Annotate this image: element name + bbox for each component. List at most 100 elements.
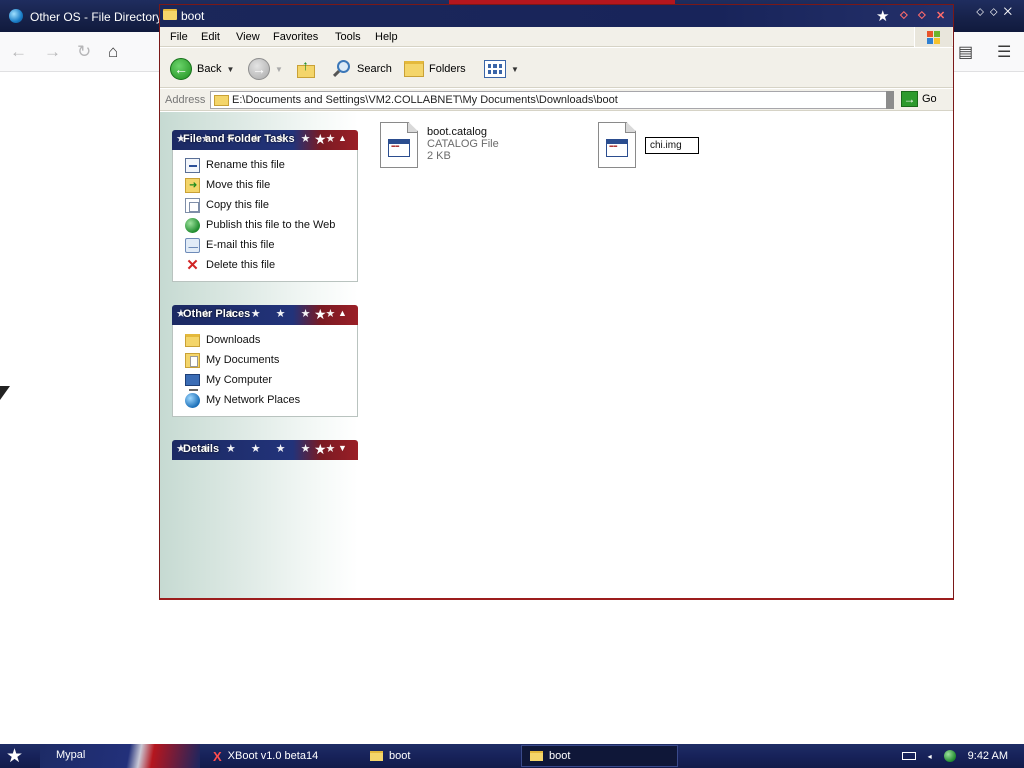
back-arrow-icon: ← xyxy=(170,58,192,80)
address-path[interactable]: E:\Documents and Settings\VM2.COLLABNET\… xyxy=(232,94,618,106)
browser-home-icon[interactable]: ⌂ xyxy=(108,42,118,62)
place-label: My Network Places xyxy=(206,394,301,406)
explorer-window-title: boot xyxy=(181,9,205,23)
menu-help[interactable]: Help xyxy=(375,31,398,43)
browser-window-title: Other OS - File Directory xyxy=(30,10,163,24)
expand-chevron-icon[interactable]: ▼ xyxy=(338,443,347,453)
taskbar-mypal[interactable]: Mypal xyxy=(56,749,85,761)
rename-input[interactable]: chi.img xyxy=(645,137,699,154)
file-document-icon xyxy=(598,122,636,168)
panel-star-icon: ★ xyxy=(314,306,327,322)
folder-icon xyxy=(530,751,543,761)
views-button[interactable]: ▼ xyxy=(484,58,519,80)
views-dropdown-icon[interactable]: ▼ xyxy=(511,65,519,74)
explorer-titlebar[interactable]: boot ★ ⬦ ⬦ ✕ xyxy=(160,5,953,27)
browser-sidebar-icon[interactable]: ▤ xyxy=(958,42,973,62)
clock[interactable]: 9:42 AM xyxy=(968,750,1008,762)
go-button[interactable]: → Go xyxy=(901,91,937,107)
network-icon[interactable] xyxy=(943,750,956,762)
address-folder-icon xyxy=(214,95,229,106)
folders-icon xyxy=(404,61,424,77)
other-places-list: Downloads My Documents My Computer My Ne… xyxy=(172,325,358,417)
my-computer-icon xyxy=(185,374,200,391)
address-field[interactable]: E:\Documents and Settings\VM2.COLLABNET\… xyxy=(210,91,888,109)
taskbar-xboot[interactable]: X XBoot v1.0 beta14 xyxy=(205,745,355,767)
browser-menu-icon[interactable]: ☰ xyxy=(997,42,1011,62)
rename-icon xyxy=(185,157,200,173)
collapse-chevron-icon[interactable]: ▲ xyxy=(338,308,347,318)
task-label: Delete this file xyxy=(206,259,276,271)
up-folder-button[interactable]: ↑ xyxy=(296,57,318,80)
panel-star-icon: ★ xyxy=(314,131,327,147)
theme-star-icon: ★ xyxy=(876,8,890,25)
panel-star-icon: ★ xyxy=(314,441,327,457)
menu-tools[interactable]: Tools xyxy=(335,31,361,43)
windows-logo-icon xyxy=(914,27,952,47)
file-tasks-panel: ★ ★ ★ ★ ★ ★ ★ File and Folder Tasks ★ ▲ … xyxy=(172,130,358,282)
collapse-chevron-icon[interactable]: ▲ xyxy=(338,133,347,143)
place-label: My Documents xyxy=(206,354,280,366)
address-label: Address xyxy=(165,94,206,106)
taskbar-boot-1[interactable]: boot xyxy=(362,745,512,767)
menu-edit[interactable]: Edit xyxy=(201,31,220,43)
search-button[interactable]: Search xyxy=(332,58,392,80)
explorer-window: boot ★ ⬦ ⬦ ✕ File Edit View Favorites To… xyxy=(159,4,954,600)
task-email-file[interactable]: E-mail this file xyxy=(173,235,357,255)
my-documents-icon xyxy=(185,352,200,368)
close-button[interactable]: ✕ xyxy=(936,9,945,22)
taskbar-item-label: boot xyxy=(389,750,411,762)
browser-reload-icon[interactable]: ↻ xyxy=(77,42,91,62)
file-item-renaming[interactable]: chi.img xyxy=(598,122,699,168)
menu-view[interactable]: View xyxy=(236,31,260,43)
file-tasks-list: Rename this file Move this file Copy thi… xyxy=(172,150,358,282)
tray-arrow-icon[interactable]: ◂ xyxy=(928,752,932,761)
menu-favorites[interactable]: Favorites xyxy=(273,31,318,43)
task-rename-file[interactable]: Rename this file xyxy=(173,155,357,175)
browser-window-controls[interactable]: ⬦⬦✕ xyxy=(976,6,1018,19)
task-pane: ★ ★ ★ ★ ★ ★ ★ File and Folder Tasks ★ ▲ … xyxy=(160,112,358,598)
menu-file[interactable]: File xyxy=(170,31,188,43)
place-my-documents[interactable]: My Documents xyxy=(173,350,357,370)
task-delete-file[interactable]: ✕ Delete this file xyxy=(173,255,357,275)
browser-forward-icon[interactable]: → xyxy=(44,42,61,62)
place-downloads[interactable]: Downloads xyxy=(173,330,357,350)
details-title: Details xyxy=(183,443,220,455)
task-label: Publish this file to the Web xyxy=(206,219,336,231)
titlebar-folder-icon xyxy=(163,9,177,20)
address-dropdown-button[interactable] xyxy=(886,91,894,109)
taskbar-item-label: XBoot v1.0 beta14 xyxy=(227,750,319,762)
start-star-icon[interactable]: ★ xyxy=(6,745,23,768)
folders-button[interactable]: Folders xyxy=(404,58,466,80)
place-my-computer[interactable]: My Computer xyxy=(173,370,357,391)
keyboard-icon[interactable] xyxy=(901,752,916,760)
task-label: Copy this file xyxy=(206,199,269,211)
network-places-icon xyxy=(185,392,200,408)
details-header[interactable]: ★ ★ ★ ★ ★ ★ ★ Details ★ ▼ xyxy=(172,440,358,460)
other-places-header[interactable]: ★ ★ ★ ★ ★ ★ ★ Other Places ★ ▲ xyxy=(172,305,358,325)
forward-button[interactable]: → ▼ xyxy=(248,58,283,80)
task-copy-file[interactable]: Copy this file xyxy=(173,195,357,215)
file-type: CATALOG File xyxy=(427,138,499,150)
file-tasks-header[interactable]: ★ ★ ★ ★ ★ ★ ★ File and Folder Tasks ★ ▲ xyxy=(172,130,358,150)
standard-toolbar: ← Back ▼ → ▼ ↑ Search Folders ▼ xyxy=(160,48,953,88)
browser-globe-icon xyxy=(9,9,23,23)
content-area: ★ ★ ★ ★ ★ ★ ★ File and Folder Tasks ★ ▲ … xyxy=(160,112,953,598)
back-dropdown-icon[interactable]: ▼ xyxy=(226,65,234,74)
taskbar-boot-2[interactable]: boot xyxy=(521,745,678,767)
back-button[interactable]: ← Back ▼ xyxy=(170,58,234,80)
minimize-button[interactable]: ⬦ xyxy=(900,9,908,22)
details-panel: ★ ★ ★ ★ ★ ★ ★ Details ★ ▼ xyxy=(172,440,358,460)
file-item[interactable]: boot.catalog CATALOG File 2 KB xyxy=(380,122,499,168)
system-tray: ◂ 9:42 AM xyxy=(901,744,1024,768)
folder-icon xyxy=(370,751,383,761)
go-arrow-icon: → xyxy=(901,91,918,107)
mouse-cursor-icon xyxy=(0,386,10,400)
taskbar-item-label: boot xyxy=(549,750,571,762)
place-network[interactable]: My Network Places xyxy=(173,390,357,410)
maximize-button[interactable]: ⬦ xyxy=(918,9,926,22)
xboot-icon: X xyxy=(213,748,222,764)
browser-back-icon[interactable]: ← xyxy=(10,42,27,62)
other-places-title: Other Places xyxy=(183,308,251,320)
task-publish-web[interactable]: Publish this file to the Web xyxy=(173,215,357,235)
task-move-file[interactable]: Move this file xyxy=(173,175,357,195)
